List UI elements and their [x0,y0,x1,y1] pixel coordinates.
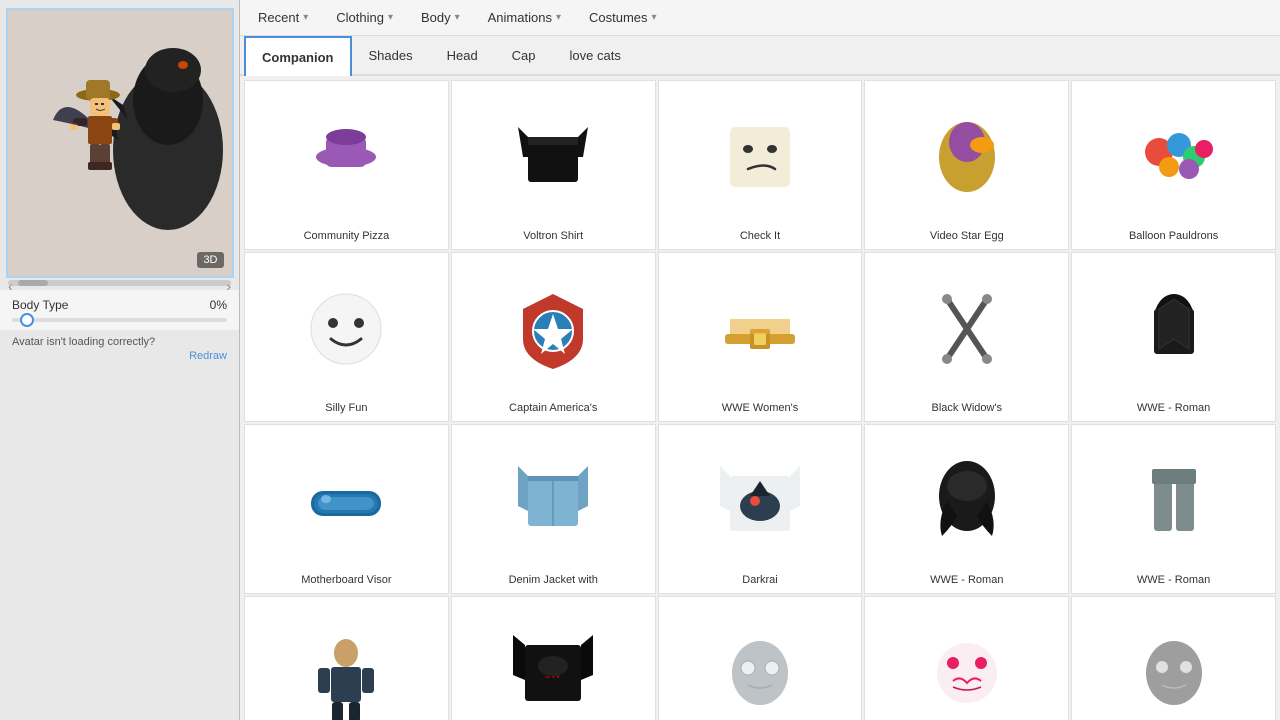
grid-item[interactable]: Oli Zigzag - Head [1071,596,1276,720]
item-label: Balloon Pauldrons [1078,229,1269,243]
chevron-icon: ▾ [556,12,561,23]
slider-thumb[interactable] [20,313,34,327]
sub-tab-label: Companion [262,50,334,65]
nav-item-recent[interactable]: Recent ▾ [244,0,322,35]
chevron-icon: ▾ [455,12,460,23]
item-image [1078,433,1269,569]
sub-tab-love-cats[interactable]: love cats [553,36,638,74]
grid-item[interactable]: WWE - Roman [1071,252,1276,422]
item-image [458,89,649,225]
nav-item-clothing[interactable]: Clothing ▾ [322,0,407,35]
grid-item[interactable]: Squad Ghouls: Drop [658,596,863,720]
grid-item[interactable]: Darkrai [658,424,863,594]
items-grid: Community Pizza Voltron Shirt Check It V… [240,76,1280,720]
grid-item[interactable]: Community Pizza [244,80,449,250]
nav-item-costumes[interactable]: Costumes ▾ [575,0,671,35]
left-panel: R6 R15 [0,0,240,720]
grid-item[interactable]: Oli Zigzag - Face [864,596,1069,720]
nav-label: Recent [258,10,299,25]
item-label: Black Widow's [871,401,1062,415]
grid-item[interactable]: Check It [658,80,863,250]
grid-item[interactable]: Captain America's [451,252,656,422]
item-label: Community Pizza [251,229,442,243]
grid-item[interactable]: Video Star Egg [864,80,1069,250]
grid-item[interactable]: Voltron Shirt [451,80,656,250]
grid-item[interactable]: Balloon Pauldrons [1071,80,1276,250]
nav-item-body[interactable]: Body ▾ [407,0,474,35]
sub-tab-label: Shades [369,48,413,63]
nav-item-animations[interactable]: Animations ▾ [474,0,575,35]
sub-tab-head[interactable]: Head [430,36,495,74]
body-type-slider[interactable] [12,318,227,322]
item-label: WWE - Roman [1078,573,1269,587]
sub-tab-label: love cats [570,48,621,63]
avatar-warning: Avatar isn't loading correctly? [0,330,239,350]
redraw-link[interactable]: Redraw [0,350,239,370]
avatar-viewport: R6 R15 [6,8,234,278]
grid-item[interactable]: WWE - Roman [1071,424,1276,594]
item-label: WWE Women's [665,401,856,415]
body-type-section: Body Type 0% [0,290,239,330]
item-image [871,433,1062,569]
sub-tab-cap[interactable]: Cap [495,36,553,74]
item-label: WWE - Roman [871,573,1062,587]
item-image [1078,605,1269,720]
item-label: Video Star Egg [871,229,1062,243]
grid-item[interactable]: WWE Women's [658,252,863,422]
nav-bar: Recent▾Clothing▾Body▾Animations▾Costumes… [240,0,1280,36]
chevron-icon: ▾ [652,12,657,23]
sub-tab-label: Cap [512,48,536,63]
item-label: Darkrai [665,573,856,587]
item-image [665,433,856,569]
item-image [871,261,1062,397]
item-image [871,605,1062,720]
item-image [665,89,856,225]
chevron-icon: ▾ [388,12,393,23]
sub-tab-companion[interactable]: Companion [244,36,352,76]
item-image [665,605,856,720]
item-image [665,261,856,397]
item-label: Denim Jacket with [458,573,649,587]
item-image [458,261,649,397]
sub-tab-label: Head [447,48,478,63]
item-image [251,605,442,720]
3d-badge: 3D [197,252,223,268]
item-label: Check It [665,229,856,243]
item-label: Voltron Shirt [458,229,649,243]
nav-label: Body [421,10,451,25]
item-label: Silly Fun [251,401,442,415]
grid-item[interactable]: Motherboard Visor [244,424,449,594]
avatar-figure [8,10,232,276]
sub-tabs: Companion Shades Head Cap love cats [240,36,1280,76]
item-label: WWE - Roman [1078,401,1269,415]
chevron-icon: ▾ [303,12,308,23]
nav-label: Clothing [336,10,384,25]
grid-item[interactable]: Silly Fun [244,252,449,422]
sub-tab-shades[interactable]: Shades [352,36,430,74]
grid-item[interactable]: Denim Jacket with [451,424,656,594]
grid-item[interactable]: WWE - Roman [244,596,449,720]
item-image [251,261,442,397]
grid-item[interactable]: WWE - Roman [864,424,1069,594]
right-panel: Recent▾Clothing▾Body▾Animations▾Costumes… [240,0,1280,720]
item-image [251,89,442,225]
grid-item[interactable]: JW Jurassic World Shirt [451,596,656,720]
item-label: Captain America's [458,401,649,415]
item-image [251,433,442,569]
grid-item[interactable]: Black Widow's [864,252,1069,422]
item-image [1078,89,1269,225]
body-type-label-text: Body Type [12,298,68,312]
nav-label: Animations [488,10,552,25]
item-image [1078,261,1269,397]
nav-label: Costumes [589,10,648,25]
body-type-percent: 0% [210,298,227,312]
item-image [871,89,1062,225]
item-image: JW [458,605,649,720]
item-label: Motherboard Visor [251,573,442,587]
item-image [458,433,649,569]
